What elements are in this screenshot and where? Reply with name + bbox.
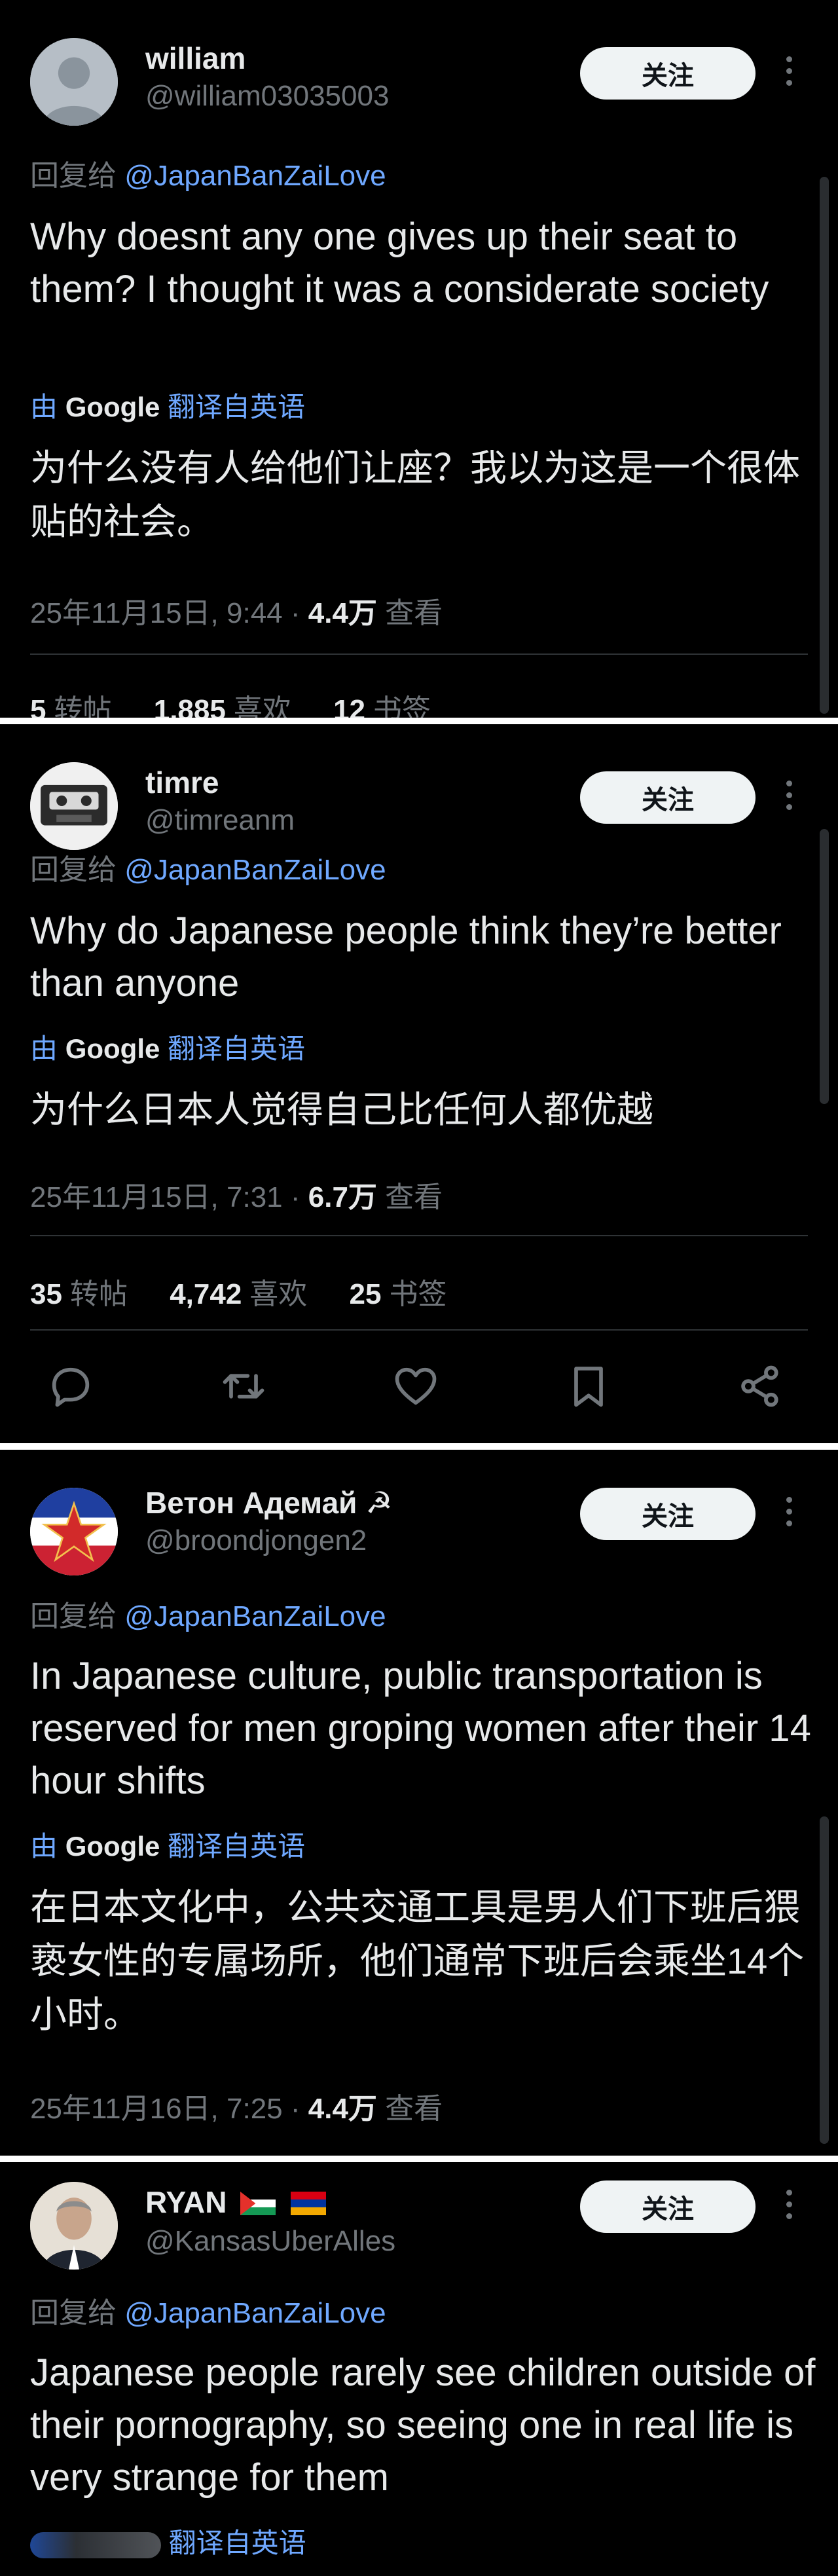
reply-context: 回复给 @JapanBanZaiLove [30,152,386,194]
more-options-icon[interactable] [779,1497,799,1534]
display-name[interactable]: RYAN [145,2184,326,2220]
avatar[interactable] [30,1488,118,1575]
post-card-2: timre @timreanm 关注 回复给 @JapanBanZaiLove … [0,724,838,1443]
post-meta: 25年11月16日, 7:25 · 4.4万 查看 [30,2085,443,2127]
view-label: 查看 [385,597,443,629]
avatar[interactable] [30,762,118,850]
user-handle[interactable]: @timreanm [145,804,295,837]
translated-text: 为什么没有人给他们让座？我以为这是一个很体贴的社会。 [30,447,800,542]
bookmarks-stat[interactable]: 12 书签 [333,694,431,718]
default-avatar-icon [30,38,118,126]
user-handle[interactable]: @KansasUberAlles [145,2225,395,2258]
reply-icon[interactable] [46,1361,96,1411]
divider [30,1235,808,1236]
engagement-stats: 5 转帖 1,885 喜欢 12 书签 [30,686,465,718]
reply-prefix: 回复给 [30,2297,117,2329]
translated-from-link[interactable]: 翻译自英语 [169,2528,306,2558]
translation-by: 由 [30,1033,58,1064]
share-icon[interactable] [736,1361,786,1411]
scrollbar[interactable] [820,1816,829,2144]
translated-from-link[interactable]: 翻译自英语 [168,1033,305,1064]
post-card-1: william @william03035003 关注 回复给 @JapanBa… [0,0,838,718]
post-card-4: RYAN @KansasUberAlles 关注 回复给 @JapanBanZa… [0,2162,838,2576]
display-name[interactable]: timre [145,765,219,800]
reply-context: 回复给 @JapanBanZaiLove [30,2289,386,2331]
view-label: 查看 [385,1181,443,1213]
translation-by: 由 [30,1831,58,1862]
translation-attribution: 由 Google 翻译自英语 [30,1027,305,1067]
armenia-flag-icon [290,2192,326,2215]
likes-stat[interactable]: 4,742 喜欢 [170,1278,307,1310]
post-meta: 25年11月15日, 7:31 · 6.7万 查看 [30,1173,443,1215]
tweet-text: Why do Japanese people think they’re bet… [30,910,782,1004]
bookmarks-stat[interactable]: 25 书签 [350,1278,447,1310]
likes-stat[interactable]: 1,885 喜欢 [154,694,291,718]
reply-prefix: 回复给 [30,160,117,192]
reposts-stat[interactable]: 5 转帖 [30,694,111,718]
reply-mention-link[interactable]: @JapanBanZaiLove [124,854,386,886]
display-name[interactable]: william [145,41,246,76]
translation-attribution: 由 Google 翻译自英语 [30,385,305,425]
google-logo-text: Google [65,1033,160,1064]
follow-button[interactable]: 关注 [580,2180,756,2233]
translated-from-link[interactable]: 翻译自英语 [168,1831,305,1862]
cassette-avatar-icon [30,762,118,850]
more-options-icon[interactable] [779,56,799,93]
engagement-stats: 35 转帖 4,742 喜欢 25 书签 [30,1270,481,1312]
repost-icon[interactable] [219,1361,268,1411]
divider [30,653,808,655]
translation-by: 由 [30,392,58,422]
translated-from-link[interactable]: 翻译自英语 [168,392,305,422]
reply-mention-link[interactable]: @JapanBanZaiLove [124,160,386,192]
tweet-text: Japanese people rarely see children outs… [30,2351,816,2499]
view-label: 查看 [385,2093,443,2125]
scrollbar[interactable] [820,177,829,714]
display-name-text[interactable]: RYAN [145,2185,227,2219]
more-options-icon[interactable] [779,781,799,817]
reply-mention-link[interactable]: @JapanBanZaiLove [124,1600,386,1632]
bookmark-icon[interactable] [564,1361,613,1411]
follow-button[interactable]: 关注 [580,47,756,100]
portrait-avatar-icon [30,2182,118,2270]
translated-text: 为什么日本人觉得自己比任何人都优越 [30,1089,653,1130]
reply-context: 回复给 @JapanBanZaiLove [30,1592,386,1634]
reply-context: 回复给 @JapanBanZaiLove [30,846,386,888]
follow-button[interactable]: 关注 [580,1488,756,1540]
view-count: 4.4万 [308,2093,377,2125]
avatar[interactable] [30,2182,118,2270]
reply-mention-link[interactable]: @JapanBanZaiLove [124,2297,386,2329]
post-timestamp[interactable]: 25年11月15日, 9:44 · [30,597,301,629]
reply-prefix: 回复给 [30,1600,117,1632]
tweet-text: Why doesnt any one gives up their seat t… [30,215,769,310]
avatar[interactable] [30,38,118,126]
view-count: 4.4万 [308,597,377,629]
translation-attribution: 由 Google 翻译自英语 [30,1824,305,1864]
user-handle[interactable]: @broondjongen2 [145,1524,367,1557]
view-count: 6.7万 [308,1181,377,1213]
reply-prefix: 回复给 [30,854,117,886]
action-bar [46,1357,786,1416]
reposts-stat[interactable]: 35 转帖 [30,1278,128,1310]
google-logo-text: Google [65,392,160,422]
scrollbar[interactable] [820,829,829,1104]
post-card-3: Ветон Адемай ☭ @broondjongen2 关注 回复给 @Ja… [0,1450,838,2156]
palestine-flag-icon [240,2192,276,2215]
google-logo-icon [30,2531,161,2558]
translated-text: 在日本文化中，公共交通工具是男人们下班后猥亵女性的专属场所，他们通常下班后会乘坐… [30,1886,805,2035]
post-meta: 25年11月15日, 9:44 · 4.4万 查看 [30,589,443,631]
display-name[interactable]: Ветон Адемай ☭ [145,1485,392,1520]
translation-attribution: 翻译自英语 [30,2521,306,2561]
more-options-icon[interactable] [779,2190,799,2226]
post-timestamp[interactable]: 25年11月15日, 7:31 · [30,1181,301,1213]
divider [30,1329,808,1331]
google-logo-text: Google [65,1831,160,1862]
follow-button[interactable]: 关注 [580,771,756,824]
tweet-text: In Japanese culture, public transportati… [30,1655,811,1802]
user-handle[interactable]: @william03035003 [145,80,389,113]
flag-avatar-icon [30,1488,118,1575]
like-icon[interactable] [391,1361,441,1411]
post-timestamp[interactable]: 25年11月16日, 7:25 · [30,2093,301,2125]
